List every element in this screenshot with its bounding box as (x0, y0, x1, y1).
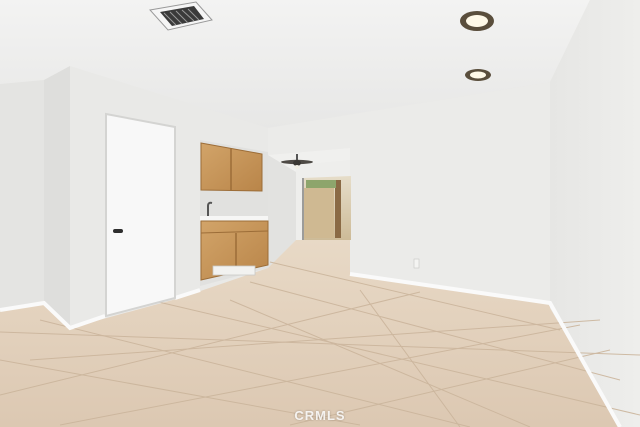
interior-door (105, 112, 176, 318)
greenery (306, 180, 336, 188)
recessed-light-icon (460, 11, 494, 31)
room-photo: CRMLS (0, 0, 640, 427)
recessed-light-icon (465, 69, 491, 81)
left-wall (0, 80, 44, 310)
countertop (200, 216, 268, 221)
patio-fence (304, 188, 334, 238)
patio-post (335, 180, 341, 238)
wall-outlet (413, 258, 420, 269)
room-illustration (0, 0, 640, 427)
door-handle-icon (113, 229, 123, 233)
toe-kick-vent (212, 265, 256, 276)
partition-wall-edge (44, 66, 70, 328)
watermark-text: CRMLS (294, 408, 346, 423)
